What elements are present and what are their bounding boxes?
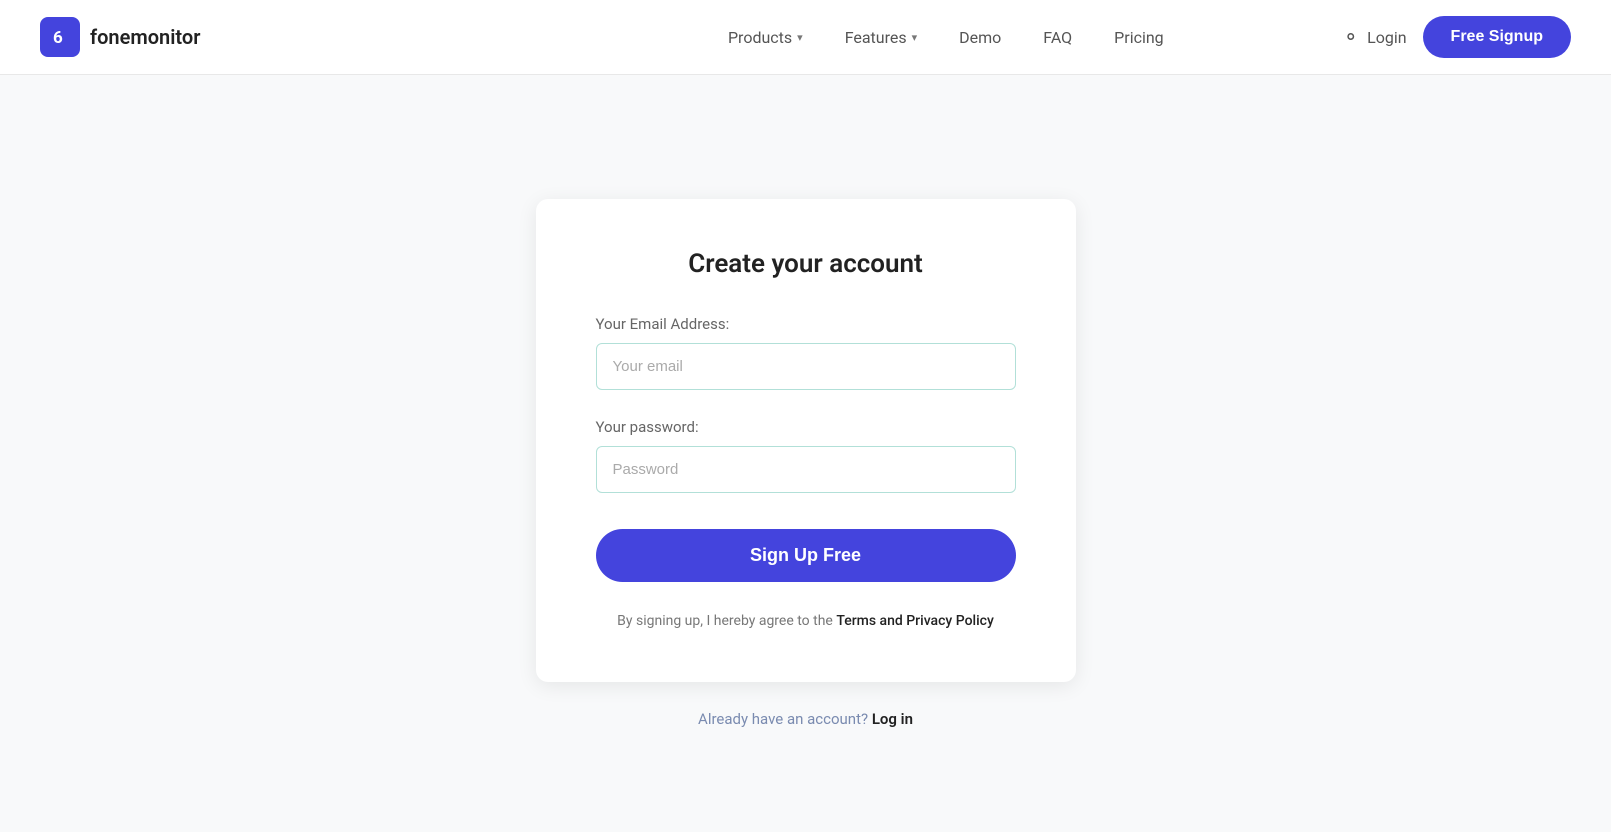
- chevron-down-icon: ▾: [797, 31, 803, 44]
- signup-card: Create your account Your Email Address: …: [536, 199, 1076, 682]
- email-group: Your Email Address:: [596, 315, 1016, 390]
- nav-faq[interactable]: FAQ: [1027, 20, 1088, 55]
- nav-pricing[interactable]: Pricing: [1098, 20, 1180, 55]
- login-link[interactable]: Log in: [872, 710, 913, 728]
- terms-text: By signing up, I hereby agree to the Ter…: [596, 610, 1016, 632]
- password-group: Your password:: [596, 418, 1016, 493]
- already-account-text: Already have an account? Log in: [698, 710, 913, 728]
- user-icon: ⚬: [1342, 25, 1359, 49]
- svg-text:6: 6: [53, 28, 63, 48]
- card-title: Create your account: [596, 249, 1016, 279]
- main-nav: Products ▾ Features ▾ Demo FAQ Pricing: [712, 20, 1180, 55]
- chevron-down-icon: ▾: [912, 31, 918, 44]
- header: 6 fonemonitor Products ▾ Features ▾ Demo…: [0, 0, 1611, 75]
- nav-features[interactable]: Features ▾: [829, 20, 933, 55]
- nav-products[interactable]: Products ▾: [712, 20, 819, 55]
- nav-demo[interactable]: Demo: [943, 20, 1017, 55]
- login-label: Login: [1367, 28, 1406, 47]
- login-area[interactable]: ⚬ Login: [1342, 25, 1406, 49]
- logo[interactable]: 6 fonemonitor: [40, 17, 200, 57]
- signup-button[interactable]: Sign Up Free: [596, 529, 1016, 582]
- password-label: Your password:: [596, 418, 1016, 436]
- logo-text: fonemonitor: [90, 25, 200, 49]
- email-input[interactable]: [596, 343, 1016, 390]
- main-content: Create your account Your Email Address: …: [0, 75, 1611, 832]
- signup-form: Your Email Address: Your password: Sign …: [596, 315, 1016, 632]
- email-label: Your Email Address:: [596, 315, 1016, 333]
- header-right: ⚬ Login Free Signup: [1342, 16, 1571, 58]
- terms-link[interactable]: Terms and Privacy Policy: [836, 613, 994, 629]
- password-input[interactable]: [596, 446, 1016, 493]
- free-signup-button[interactable]: Free Signup: [1423, 16, 1571, 58]
- logo-icon: 6: [40, 17, 80, 57]
